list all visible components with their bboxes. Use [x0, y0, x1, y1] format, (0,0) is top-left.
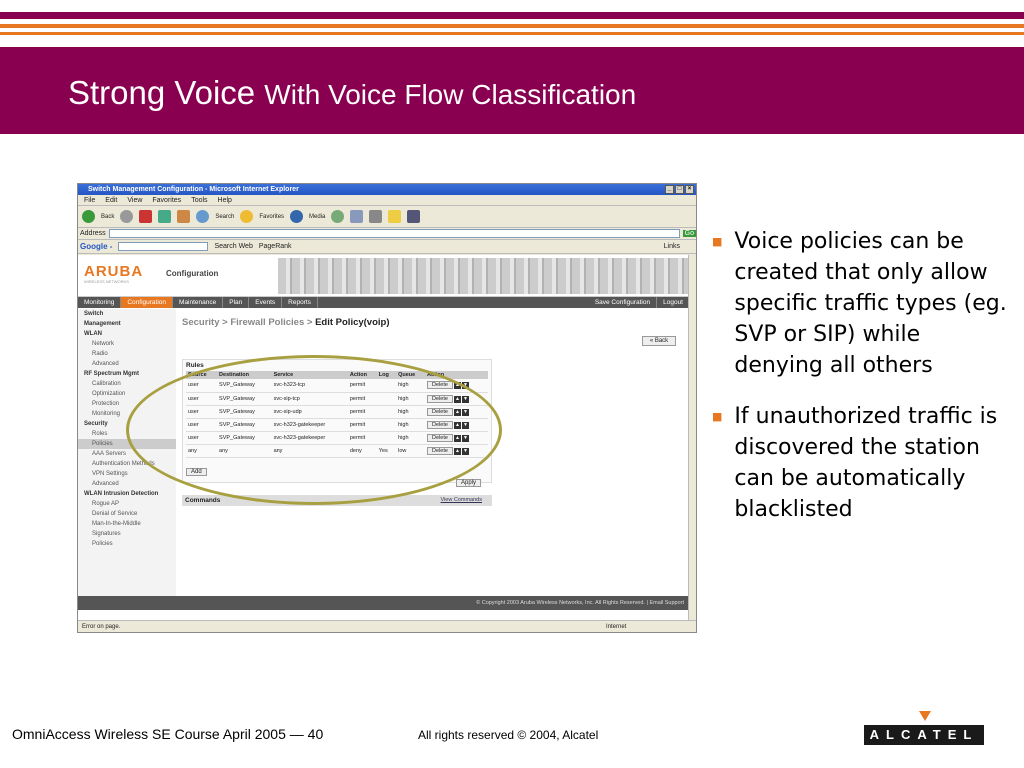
home-icon[interactable]	[177, 210, 191, 223]
sidebar-item[interactable]: Denial of Service	[78, 509, 176, 519]
bullet-list: ■ Voice policies can be created that only…	[712, 226, 1012, 545]
sidebar-item[interactable]: Advanced	[78, 479, 176, 489]
sidebar-item[interactable]: Rogue AP	[78, 499, 176, 509]
breadcrumb: Security > Firewall Policies > Edit Poli…	[182, 317, 390, 328]
favorites-icon[interactable]	[240, 210, 254, 223]
nav-tab-plan[interactable]: Plan	[223, 297, 250, 308]
top-stripe-magenta	[0, 12, 1024, 19]
breadcrumb-current: Edit Policy(voip)	[315, 317, 390, 328]
mail-icon[interactable]	[350, 210, 364, 223]
history-icon[interactable]	[331, 210, 345, 223]
back-icon[interactable]	[82, 210, 95, 223]
favorites-button[interactable]: Favorites	[259, 214, 284, 220]
sidebar-item[interactable]: Signatures	[78, 529, 176, 539]
menu-bar: File Edit View Favorites Tools Help	[78, 195, 696, 206]
forward-icon[interactable]	[120, 210, 134, 223]
bullet-item: ■ If unauthorized traffic is discovered t…	[712, 401, 1012, 525]
address-label: Address	[80, 230, 106, 237]
menu-item-edit[interactable]: Edit	[105, 195, 117, 205]
search-icon[interactable]	[196, 210, 210, 223]
footer-rights: All rights reserved © 2004, Alcatel	[418, 728, 599, 742]
nav-logout[interactable]: Logout	[657, 297, 690, 308]
section-title: Configuration	[166, 269, 219, 278]
sidebar-item[interactable]: Network	[78, 339, 176, 349]
nav-tab-configuration[interactable]: Configuration	[121, 297, 174, 308]
top-stripe-orange-thin	[0, 32, 1024, 35]
sidebar-item[interactable]: Policies	[78, 539, 176, 549]
search-web-button[interactable]: Search Web	[214, 243, 252, 250]
sidebar-item[interactable]: WLAN	[78, 329, 176, 339]
apply-button[interactable]: Apply	[456, 479, 482, 487]
pagerank-indicator: PageRank	[258, 243, 292, 250]
maximize-icon[interactable]: □	[675, 185, 684, 194]
commands-label: Commands	[185, 497, 221, 504]
main-nav: Monitoring Configuration Maintenance Plan Ev…	[78, 297, 690, 308]
menu-item-favorites[interactable]: Favorites	[152, 195, 181, 205]
edit-icon[interactable]	[407, 210, 421, 223]
menu-item-tools[interactable]: Tools	[191, 195, 207, 205]
status-text: Error on page.	[82, 624, 121, 630]
highlight-ellipse	[126, 355, 502, 505]
window-titlebar: Switch Management Configuration - Micros…	[78, 184, 696, 195]
status-bar: Error on page. Internet	[78, 620, 696, 632]
google-logo[interactable]: Google -	[80, 242, 112, 251]
stop-icon[interactable]	[139, 210, 153, 223]
address-bar: Address Go	[78, 228, 696, 240]
bullet-square-icon: ■	[712, 235, 723, 248]
title-large: Strong Voice	[68, 74, 265, 111]
nav-tab-events[interactable]: Events	[249, 297, 283, 308]
menu-item-file[interactable]: File	[84, 195, 95, 205]
top-stripe-orange	[0, 24, 1024, 28]
close-icon[interactable]: ×	[685, 185, 694, 194]
title-small: With Voice Flow Classification	[264, 79, 637, 110]
minimize-icon[interactable]: _	[665, 185, 674, 194]
nav-tab-maintenance[interactable]: Maintenance	[173, 297, 224, 308]
switch-rack-image	[278, 258, 688, 294]
print-icon[interactable]	[369, 210, 383, 223]
nav-save-configuration[interactable]: Save Configuration	[589, 297, 658, 308]
sidebar-item[interactable]: Advanced	[78, 359, 176, 369]
alcatel-triangle-icon	[919, 711, 931, 721]
slide-title: Strong Voice With Voice Flow Classificat…	[68, 74, 636, 112]
media-button[interactable]: Media	[309, 214, 325, 220]
sidebar-item[interactable]: Man-In-the-Middle	[78, 519, 176, 529]
bullet-item: ■ Voice policies can be created that only…	[712, 226, 1012, 381]
nav-tab-reports[interactable]: Reports	[282, 297, 318, 308]
sidebar-item[interactable]: Switch	[78, 309, 176, 319]
copyright-bar: © Copyright 2003 Aruba Wireless Networks…	[78, 596, 690, 610]
footer-course: OmniAccess Wireless SE Course April 2005…	[12, 726, 324, 742]
aruba-logo-sub: WIRELESS NETWORKS	[84, 279, 129, 284]
sidebar-item[interactable]: RF Spectrum Mgmt	[78, 369, 176, 379]
nav-tab-monitoring[interactable]: Monitoring	[78, 297, 122, 308]
back-button[interactable]: Back	[101, 214, 114, 220]
search-button[interactable]: Search	[215, 214, 234, 220]
google-search-input[interactable]	[118, 242, 209, 251]
aruba-header: ARUBA WIRELESS NETWORKS Configuration	[78, 255, 690, 297]
media-icon[interactable]	[290, 210, 304, 223]
go-button[interactable]: Go	[682, 230, 696, 237]
sidebar-item[interactable]: Radio	[78, 349, 176, 359]
sidebar-item[interactable]: WLAN Intrusion Detection	[78, 489, 176, 499]
toolbar: Back Search Favorites Media	[78, 206, 696, 228]
bullet-text: Voice policies can be created that only …	[734, 229, 1007, 378]
bullet-square-icon: ■	[712, 410, 723, 423]
refresh-icon[interactable]	[158, 210, 172, 223]
menu-item-help[interactable]: Help	[218, 195, 232, 205]
aruba-logo: ARUBA	[84, 263, 144, 280]
address-input[interactable]	[108, 229, 680, 238]
sidebar-item[interactable]: Management	[78, 319, 176, 329]
view-commands-link[interactable]: View Commands	[441, 495, 482, 506]
folder-icon[interactable]	[388, 210, 402, 223]
window-title: Switch Management Configuration - Micros…	[88, 186, 299, 193]
page-scrollbar[interactable]	[688, 255, 696, 620]
back-button[interactable]: « Back	[642, 336, 676, 346]
breadcrumb-path[interactable]: Security > Firewall Policies >	[182, 317, 315, 328]
google-toolbar: Google - Search Web PageRank Links	[78, 240, 696, 254]
menu-item-view[interactable]: View	[127, 195, 142, 205]
alcatel-logo: ALCATEL	[864, 725, 984, 745]
bullet-text: If unauthorized traffic is discovered th…	[734, 404, 998, 522]
links-label[interactable]: Links	[664, 243, 680, 250]
zone-indicator: Internet	[606, 624, 627, 630]
